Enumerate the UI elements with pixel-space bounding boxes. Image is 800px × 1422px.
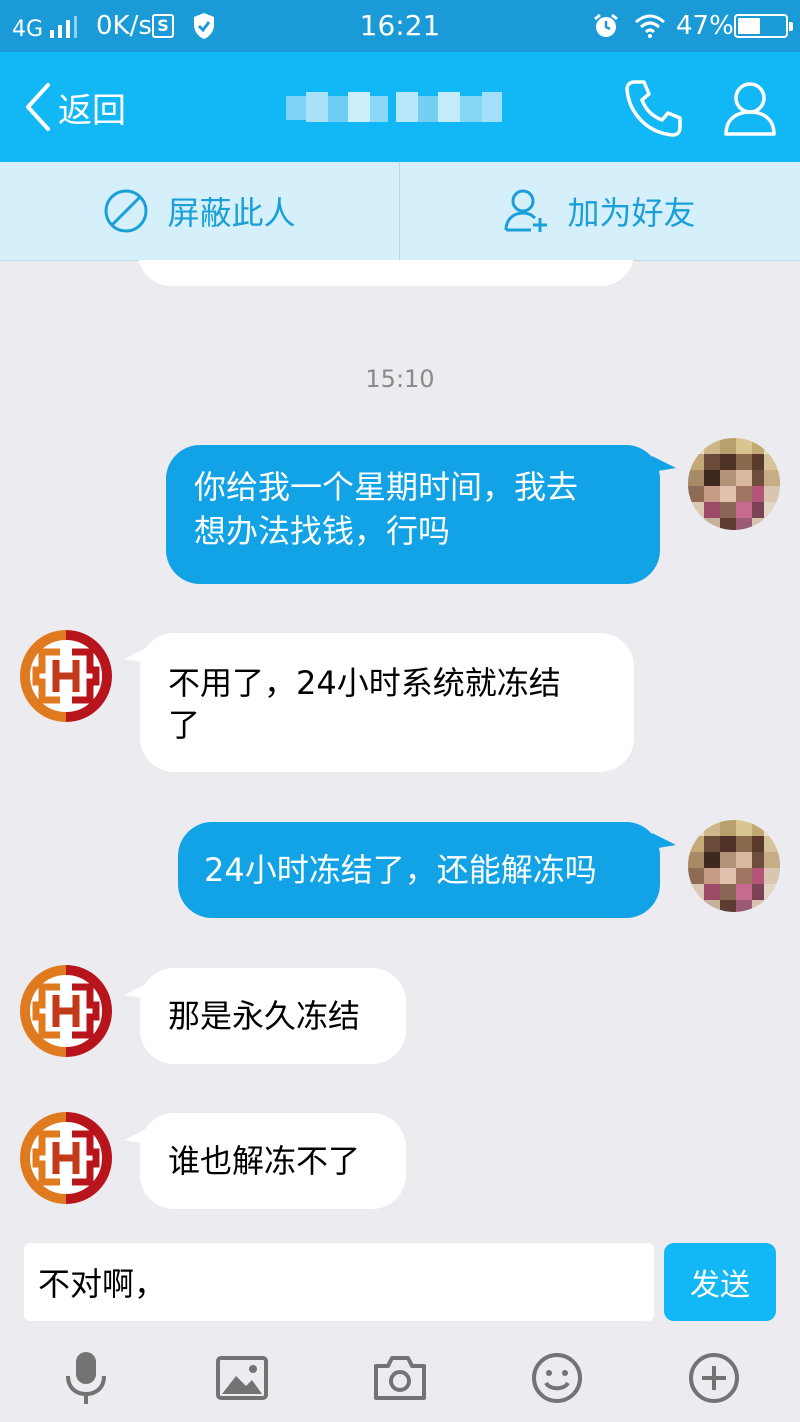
block-icon <box>104 189 148 233</box>
phone-icon[interactable] <box>622 78 684 138</box>
block-button[interactable]: 屏蔽此人 <box>0 162 399 260</box>
back-label: 返回 <box>58 90 126 131</box>
message-line: 24小时冻结了，还能解冻吗 <box>204 851 597 889</box>
title-bar: 返回 <box>0 52 800 162</box>
message-bubble-received[interactable]: 不用了，24小时系统就冻结 了 <box>140 633 634 772</box>
message-bubble-sent[interactable]: 你给我一个星期时间，我去 想办法找钱，行吗 <box>166 445 660 584</box>
send-button[interactable]: 发送 <box>664 1243 776 1321</box>
message-line: 想办法找钱，行吗 <box>194 512 451 550</box>
block-label: 屏蔽此人 <box>167 194 296 232</box>
contact-logo-avatar[interactable] <box>20 630 112 722</box>
microphone-icon[interactable] <box>56 1348 116 1408</box>
message-input[interactable] <box>24 1243 654 1321</box>
bubble-tail <box>652 833 676 849</box>
alarm-icon <box>594 13 618 37</box>
message-bubble-received[interactable]: 那是永久冻结 <box>140 968 406 1064</box>
contact-logo-avatar[interactable] <box>20 1112 112 1204</box>
add-friend-label: 加为好友 <box>567 194 696 232</box>
battery-percent: 47% <box>676 11 734 41</box>
message-line: 你给我一个星期时间，我去 <box>194 468 579 506</box>
input-toolbar <box>0 1330 800 1422</box>
message-line: 谁也解冻不了 <box>168 1142 361 1180</box>
composer-bar: 发送 <box>0 1235 800 1330</box>
contact-logo-avatar[interactable] <box>20 965 112 1057</box>
chat-area[interactable]: 15:10 你给我一个星期时间，我去 想办法找钱，行吗 不用了，24小时系统就冻… <box>0 260 800 1235</box>
back-button[interactable]: 返回 <box>22 80 126 134</box>
back-chevron-icon <box>26 83 50 131</box>
message-bubble-received[interactable]: 谁也解冻不了 <box>140 1113 406 1209</box>
status-bar: 4G 0K/s S 16:21 47% <box>0 0 800 52</box>
bubble-tail <box>652 456 676 472</box>
timestamp: 15:10 <box>365 365 435 393</box>
self-avatar[interactable] <box>688 438 780 530</box>
wifi-icon <box>635 14 665 38</box>
add-friend-button[interactable]: 加为好友 <box>400 162 799 260</box>
add-friend-icon <box>504 189 548 232</box>
message-line: 不用了，24小时系统就冻结 <box>168 664 561 702</box>
redacted-title <box>286 92 502 122</box>
plus-icon[interactable] <box>684 1348 744 1408</box>
message-bubble-sent[interactable]: 24小时冻结了，还能解冻吗 <box>178 822 660 918</box>
camera-icon[interactable] <box>370 1348 430 1408</box>
self-avatar[interactable] <box>688 820 780 912</box>
message-line: 那是永久冻结 <box>168 997 361 1035</box>
previous-message-bubble <box>138 260 634 286</box>
emoji-icon[interactable] <box>527 1348 587 1408</box>
message-line: 了 <box>168 706 201 744</box>
battery-icon <box>734 14 793 38</box>
action-bar: 屏蔽此人 加为好友 <box>0 162 800 261</box>
profile-icon[interactable] <box>720 78 780 138</box>
image-icon[interactable] <box>212 1348 272 1408</box>
